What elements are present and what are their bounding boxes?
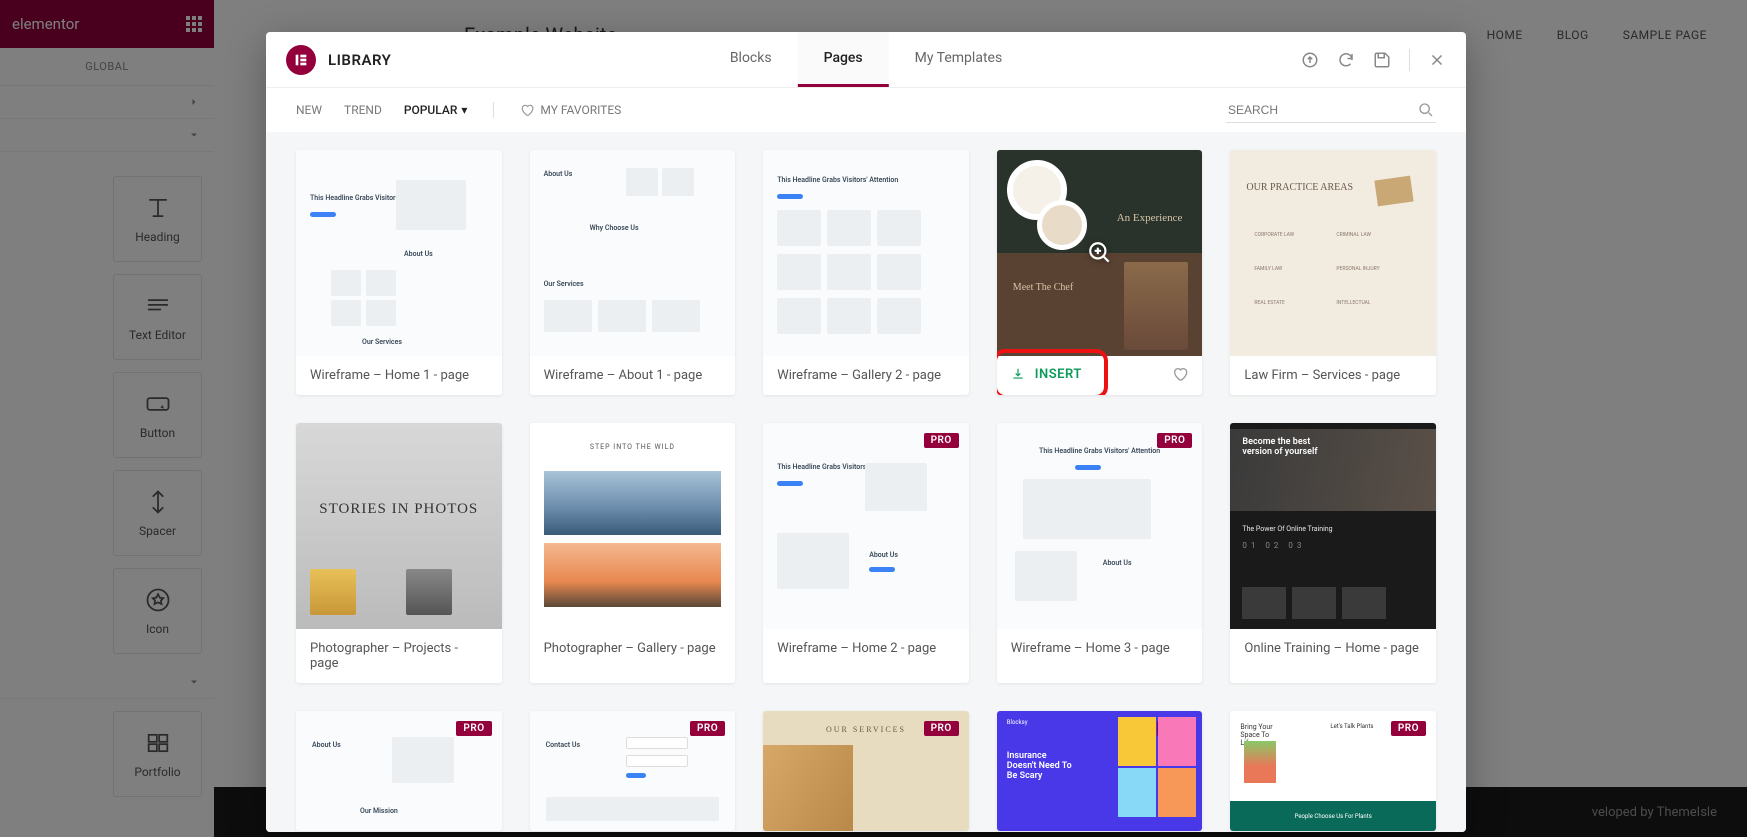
template-thumbnail: STEP INTO THE WILD xyxy=(530,423,736,629)
filter-popular[interactable]: POPULAR▾ xyxy=(404,103,468,117)
template-title: Wireframe – Home 2 - page xyxy=(777,641,936,656)
elementor-logo-icon xyxy=(286,45,316,75)
template-card[interactable]: PRO About Us Our Mission xyxy=(296,711,502,831)
template-card[interactable]: PRO This Headline Grabs Visitors' Attent… xyxy=(763,423,969,683)
template-thumbnail: PRO OUR SERVICES xyxy=(763,711,969,831)
template-card[interactable]: PRO Contact Us xyxy=(530,711,736,831)
template-thumbnail: OUR PRACTICE AREAS CORPORATE LAW CRIMINA… xyxy=(1230,150,1436,356)
pro-badge: PRO xyxy=(924,433,959,448)
template-card[interactable]: This Headline Grabs Visitors' Attention … xyxy=(763,150,969,395)
tab-my-templates[interactable]: My Templates xyxy=(889,32,1029,87)
template-card[interactable]: About Us Why Choose Us Our Services Wire… xyxy=(530,150,736,395)
insert-button[interactable]: INSERT xyxy=(1011,367,1082,382)
template-card[interactable]: PRO Blocksy Insurance Doesn't Need To Be… xyxy=(997,711,1203,831)
template-thumbnail: PRO This Headline Grabs Visitors' Attent… xyxy=(997,423,1203,629)
modal-subheader: NEW TREND POPULAR▾ MY FAVORITES xyxy=(266,88,1466,132)
template-title: Wireframe – Gallery 2 - page xyxy=(777,368,941,383)
close-icon[interactable] xyxy=(1428,51,1446,69)
template-thumbnail: About Us Why Choose Us Our Services xyxy=(530,150,736,356)
template-grid-scroll[interactable]: This Headline Grabs Visitors' Attention … xyxy=(266,132,1466,832)
zoom-preview-icon[interactable] xyxy=(997,150,1203,356)
pro-badge: PRO xyxy=(690,721,725,736)
template-thumbnail: This Headline Grabs Visitors' Attention … xyxy=(296,150,502,356)
modal-header: LIBRARY Blocks Pages My Templates xyxy=(266,32,1466,88)
template-card[interactable]: This Headline Grabs Visitors' Attention … xyxy=(296,150,502,395)
template-thumbnail: PRO Become the best version of yourself … xyxy=(1230,423,1436,629)
template-card[interactable]: STORIES IN PHOTOS Photographer – Project… xyxy=(296,423,502,683)
template-card[interactable]: PRO Become the best version of yourself … xyxy=(1230,423,1436,683)
template-thumbnail: PRO Bring Your Space To Life Let's Talk … xyxy=(1230,711,1436,831)
template-card-hovered[interactable]: An Experience Meet The Chef INSERT xyxy=(997,150,1203,395)
search-box[interactable] xyxy=(1226,98,1436,123)
library-modal: LIBRARY Blocks Pages My Templates NEW TR… xyxy=(266,32,1466,832)
save-icon[interactable] xyxy=(1373,51,1391,69)
template-thumbnail: This Headline Grabs Visitors' Attention xyxy=(763,150,969,356)
template-title: Wireframe – Home 1 - page xyxy=(310,368,469,383)
search-icon xyxy=(1418,102,1434,118)
divider xyxy=(1409,49,1410,71)
upload-icon[interactable] xyxy=(1301,51,1319,69)
template-card[interactable]: PRO OUR SERVICES xyxy=(763,711,969,831)
template-title: Photographer – Projects - page xyxy=(310,641,488,671)
template-thumbnail: PRO Blocksy Insurance Doesn't Need To Be… xyxy=(997,711,1203,831)
template-thumbnail: STORIES IN PHOTOS xyxy=(296,423,502,629)
template-title: Online Training – Home - page xyxy=(1244,641,1419,656)
template-thumbnail: PRO About Us Our Mission xyxy=(296,711,502,831)
template-thumbnail: PRO This Headline Grabs Visitors' Attent… xyxy=(763,423,969,629)
template-thumbnail: PRO Contact Us xyxy=(530,711,736,831)
modal-tabs: Blocks Pages My Templates xyxy=(704,32,1028,87)
template-footer-hovered: INSERT xyxy=(997,356,1203,392)
filter-trend[interactable]: TREND xyxy=(344,103,382,117)
template-grid: This Headline Grabs Visitors' Attention … xyxy=(296,150,1436,831)
pro-badge: PRO xyxy=(1157,433,1192,448)
template-title: Wireframe – About 1 - page xyxy=(544,368,703,383)
separator xyxy=(493,102,494,118)
pro-badge: PRO xyxy=(1391,721,1426,736)
pro-badge: PRO xyxy=(456,721,491,736)
modal-actions xyxy=(1301,49,1446,71)
favorite-icon[interactable] xyxy=(1172,366,1188,382)
download-icon xyxy=(1011,367,1025,381)
filter-new[interactable]: NEW xyxy=(296,103,322,117)
template-card[interactable]: STEP INTO THE WILD Photographer – Galler… xyxy=(530,423,736,683)
tab-blocks[interactable]: Blocks xyxy=(704,32,798,87)
template-title: Photographer – Gallery - page xyxy=(544,641,716,656)
sync-icon[interactable] xyxy=(1337,51,1355,69)
search-input[interactable] xyxy=(1228,103,1418,117)
template-card[interactable]: PRO Bring Your Space To Life Let's Talk … xyxy=(1230,711,1436,831)
filter-favorites[interactable]: MY FAVORITES xyxy=(520,103,621,117)
modal-title: LIBRARY xyxy=(328,51,391,69)
template-title: Wireframe – Home 3 - page xyxy=(1011,641,1170,656)
template-card[interactable]: OUR PRACTICE AREAS CORPORATE LAW CRIMINA… xyxy=(1230,150,1436,395)
template-thumbnail: An Experience Meet The Chef xyxy=(997,150,1203,356)
template-card[interactable]: PRO This Headline Grabs Visitors' Attent… xyxy=(997,423,1203,683)
tab-pages[interactable]: Pages xyxy=(798,32,889,87)
template-title: Law Firm – Services - page xyxy=(1244,368,1400,383)
